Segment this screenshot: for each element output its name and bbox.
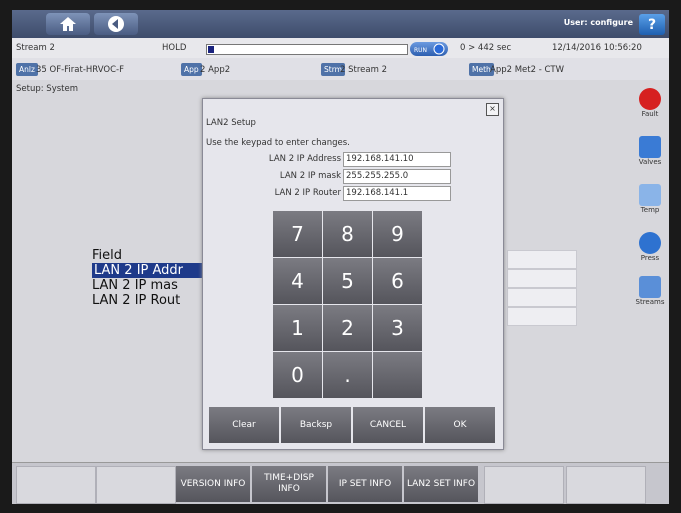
key-5[interactable]: 5: [323, 258, 372, 304]
press-icon: [639, 232, 661, 254]
sidebar-item-valves[interactable]: Valves: [633, 136, 667, 166]
bottom-slot-empty: [566, 466, 646, 504]
key-3[interactable]: 3: [373, 305, 422, 351]
run-button[interactable]: RUN: [410, 42, 448, 56]
meth-value: App2 Met2 - CTW: [490, 65, 565, 75]
ip-router-row: LAN 2 IP Router 192.168.141.1: [203, 186, 503, 201]
back-button[interactable]: [94, 13, 138, 35]
keypad: 7 8 9 4 5 6 1 2 3 0 .: [273, 211, 423, 401]
ip-router-label: LAN 2 IP Router: [274, 188, 341, 198]
sidebar-label: Press: [640, 254, 660, 262]
info-row: Anlz 35 OF-Firat-HRVOC-F App 2 App2 Strm…: [12, 58, 669, 80]
ip-mask-label: LAN 2 IP mask: [279, 171, 341, 181]
key-decimal[interactable]: .: [323, 352, 372, 398]
dialog-actions: Clear Backsp CANCEL OK: [209, 407, 495, 443]
user-label: User: configure: [563, 18, 633, 27]
sidebar-item-temp[interactable]: Temp: [633, 184, 667, 214]
anlz-tag: Anlz: [16, 63, 38, 76]
back-arrow-icon: [108, 16, 124, 32]
right-sidebar: Fault Valves Temp Press Streams: [631, 80, 669, 320]
field-table: Field LAN 2 IP Addr LAN 2 IP mas LAN 2 I…: [92, 248, 214, 308]
ip-mask-field[interactable]: 255.255.255.0: [343, 169, 451, 184]
ip-address-field[interactable]: 192.168.141.10: [343, 152, 451, 167]
hold-progress-bar: [206, 44, 408, 55]
app-value: 2 App2: [200, 65, 231, 75]
key-4[interactable]: 4: [273, 258, 322, 304]
lan2-set-info-button[interactable]: LAN2 SET INFO: [404, 466, 478, 502]
anlz-value: 35 OF-Firat-HRVOC-F: [36, 65, 124, 75]
run-icon: RUN: [414, 43, 445, 55]
bottom-slot-empty: [484, 466, 564, 504]
app-tag: App: [181, 63, 202, 76]
strm-value: 2 Stream 2: [340, 65, 387, 75]
ip-set-info-button[interactable]: IP SET INFO: [328, 466, 402, 502]
value-column: [507, 250, 577, 326]
temp-icon: [639, 184, 661, 206]
streams-icon: [639, 276, 661, 298]
bottom-slot-empty: [16, 466, 96, 504]
ip-address-label: LAN 2 IP Address: [268, 154, 341, 164]
close-icon[interactable]: ×: [486, 103, 499, 116]
key-6[interactable]: 6: [373, 258, 422, 304]
valves-icon: [639, 136, 661, 158]
fault-icon: [639, 88, 661, 110]
lan2-setup-dialog: × LAN2 Setup Use the keypad to enter cha…: [202, 98, 504, 450]
clear-button[interactable]: Clear: [209, 407, 279, 443]
hold-label: HOLD: [162, 43, 187, 53]
key-2[interactable]: 2: [323, 305, 372, 351]
home-icon: [60, 17, 76, 31]
cancel-button[interactable]: CANCEL: [353, 407, 423, 443]
top-bar: User: configure ?: [12, 10, 669, 38]
version-info-button[interactable]: VERSION INFO: [176, 466, 250, 502]
field-header: Field: [92, 248, 123, 263]
key-9[interactable]: 9: [373, 211, 422, 257]
setup-label: Setup: System: [16, 84, 79, 94]
table-row[interactable]: LAN 2 IP Rout: [92, 293, 214, 308]
bottom-slot-empty: [96, 466, 176, 504]
dialog-instruction: Use the keypad to enter changes.: [206, 138, 350, 148]
home-button[interactable]: [46, 13, 90, 35]
sidebar-label: Temp: [640, 206, 660, 214]
time-disp-info-button[interactable]: TIME+DISP INFO: [252, 466, 326, 502]
help-button[interactable]: ?: [639, 14, 665, 35]
table-cell: [507, 307, 577, 326]
table-row[interactable]: LAN 2 IP Addr: [92, 263, 214, 278]
dialog-title: LAN2 Setup: [206, 118, 256, 128]
datetime: 12/14/2016 10:56:20: [552, 43, 642, 53]
key-7[interactable]: 7: [273, 211, 322, 257]
key-1[interactable]: 1: [273, 305, 322, 351]
key-blank[interactable]: [373, 352, 422, 398]
key-8[interactable]: 8: [323, 211, 372, 257]
sidebar-label: Valves: [638, 158, 662, 166]
bottom-bar: VERSION INFO TIME+DISP INFO IP SET INFO …: [12, 462, 669, 504]
cycle-time: 0 > 442 sec: [460, 43, 512, 53]
ip-mask-row: LAN 2 IP mask 255.255.255.0: [203, 169, 503, 184]
ip-address-row: LAN 2 IP Address 192.168.141.10: [203, 152, 503, 167]
sidebar-item-fault[interactable]: Fault: [633, 88, 667, 118]
hold-progress-fill: [208, 46, 214, 53]
sidebar-item-streams[interactable]: Streams: [633, 276, 667, 306]
table-cell: [507, 288, 577, 307]
stream-label: Stream 2: [16, 43, 55, 53]
sidebar-label: Fault: [641, 110, 659, 118]
sidebar-item-press[interactable]: Press: [633, 232, 667, 262]
sidebar-label: Streams: [635, 298, 665, 306]
table-cell: [507, 250, 577, 269]
backspace-button[interactable]: Backsp: [281, 407, 351, 443]
ip-router-field[interactable]: 192.168.141.1: [343, 186, 451, 201]
table-cell: [507, 269, 577, 288]
status-row: Stream 2 HOLD RUN 0 > 442 sec 12/14/2016…: [12, 38, 669, 58]
run-label: RUN: [414, 47, 427, 54]
screen: User: configure ? Stream 2 HOLD RUN 0 > …: [12, 10, 669, 504]
table-row[interactable]: LAN 2 IP mas: [92, 278, 214, 293]
key-0[interactable]: 0: [273, 352, 322, 398]
ok-button[interactable]: OK: [425, 407, 495, 443]
